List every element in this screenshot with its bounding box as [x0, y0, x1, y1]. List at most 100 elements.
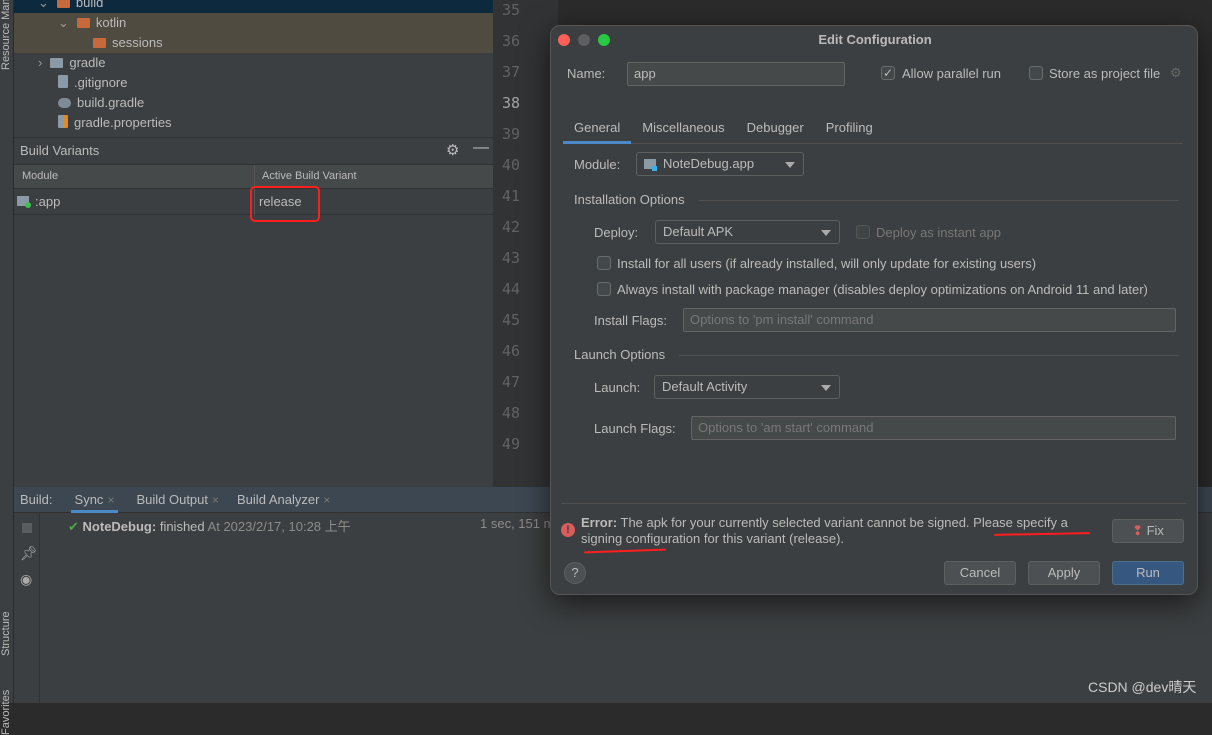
- build-label: Build:: [20, 491, 53, 507]
- check-icon: ✔: [68, 519, 79, 534]
- column-active-variant: Active Build Variant: [262, 170, 357, 182]
- error-icon: !: [561, 523, 575, 537]
- tree-item-kotlin[interactable]: ⌄ kotlin: [58, 13, 126, 33]
- line-number: 38: [501, 94, 520, 112]
- launch-label: Launch:: [594, 380, 641, 395]
- tab-build-analyzer[interactable]: Build Analyzer ×: [237, 487, 330, 513]
- left-tool-strip: Resource Manager Structure Favorites: [0, 0, 14, 735]
- install-all-users-label: Install for all users (if already instal…: [617, 256, 1037, 271]
- allow-parallel-checkbox[interactable]: ✓: [881, 66, 895, 80]
- ignore-file-icon: [58, 75, 68, 88]
- module-name: :app: [35, 194, 61, 209]
- tab-debugger[interactable]: Debugger: [736, 118, 815, 143]
- config-tabs: General Miscellaneous Debugger Profiling: [563, 118, 1183, 144]
- close-icon[interactable]: ×: [323, 493, 330, 507]
- installation-options-title: Installation Options: [574, 192, 685, 207]
- apply-button[interactable]: Apply: [1028, 561, 1100, 585]
- resource-manager-tab[interactable]: Resource Manager: [0, 0, 14, 70]
- folder-icon: [50, 58, 64, 68]
- install-flags-label: Install Flags:: [594, 313, 667, 328]
- launch-options-title: Launch Options: [574, 347, 666, 362]
- structure-tab[interactable]: Structure: [0, 590, 14, 656]
- instant-app-checkbox[interactable]: [856, 225, 870, 239]
- minimize-icon[interactable]: —: [473, 139, 489, 157]
- favorites-tab[interactable]: Favorites: [0, 675, 14, 735]
- line-number: 37: [501, 63, 520, 81]
- module-label: Module:: [574, 157, 621, 172]
- pin-icon[interactable]: 📌︎: [20, 545, 38, 562]
- close-icon[interactable]: ×: [212, 493, 219, 507]
- fix-button[interactable]: ❢ Fix: [1112, 519, 1184, 543]
- name-input[interactable]: app: [627, 62, 845, 86]
- line-number: 39: [501, 125, 520, 143]
- deploy-select[interactable]: Default APK: [655, 220, 840, 244]
- editor-gutter: 35 36 37 38 39 40 41 42 43 44 45 46 47 48 49: [493, 0, 558, 487]
- launch-flags-input[interactable]: Options to 'am start' command: [691, 416, 1176, 440]
- line-number: 45: [501, 311, 520, 329]
- chevron-down-icon: [785, 162, 795, 168]
- project-tree: ⌄ build ⌄ kotlin sessions › gradle .gitigno…: [14, 0, 493, 137]
- stop-icon[interactable]: [22, 523, 32, 533]
- line-number: 42: [501, 218, 520, 236]
- tree-item-build-gradle[interactable]: build.gradle: [58, 93, 144, 113]
- build-variants-panel: Build Variants ⚙ — Module Active Build V…: [14, 137, 493, 487]
- cancel-button[interactable]: Cancel: [944, 561, 1016, 585]
- tree-item-gradle-properties[interactable]: gradle.properties: [58, 113, 172, 133]
- module-icon: [17, 196, 31, 208]
- line-number: 36: [501, 32, 520, 50]
- tab-build-output[interactable]: Build Output ×: [136, 487, 219, 513]
- tab-sync[interactable]: Sync ×: [70, 487, 119, 513]
- name-label: Name:: [567, 66, 606, 81]
- store-project-label: Store as project file: [1049, 66, 1161, 81]
- error-message: Error: The apk for your currently select…: [581, 515, 1068, 546]
- instant-app-label: Deploy as instant app: [876, 225, 1002, 240]
- line-number: 43: [501, 249, 520, 267]
- launch-flags-label: Launch Flags:: [594, 421, 676, 436]
- line-number: 44: [501, 280, 520, 298]
- tab-miscellaneous[interactable]: Miscellaneous: [631, 118, 735, 143]
- always-install-checkbox[interactable]: [597, 282, 611, 296]
- watermark: CSDN @dev晴天: [1088, 679, 1197, 695]
- column-module: Module: [22, 170, 59, 182]
- chevron-down-icon: [821, 385, 831, 391]
- launch-select[interactable]: Default Activity: [654, 375, 840, 399]
- bulb-icon: ❢: [1132, 523, 1143, 538]
- annotation-box: [250, 186, 320, 222]
- edit-configuration-dialog: Edit Configuration Name: app ✓ Allow par…: [550, 25, 1198, 595]
- line-number: 48: [501, 404, 520, 422]
- deploy-label: Deploy:: [594, 225, 639, 240]
- folder-icon: [76, 18, 90, 28]
- tab-profiling[interactable]: Profiling: [815, 118, 884, 143]
- install-all-users-checkbox[interactable]: [597, 256, 611, 270]
- dialog-title: Edit Configuration: [818, 32, 932, 47]
- tree-item-gradle[interactable]: › gradle: [38, 53, 105, 73]
- annotation-underline: [583, 548, 667, 554]
- build-entry[interactable]: ✔ NoteDebug: finished At 2023/2/17, 10:2…: [68, 516, 351, 535]
- properties-file-icon: [58, 115, 68, 128]
- gradle-elephant-icon: [58, 98, 71, 108]
- allow-parallel-label: Allow parallel run: [902, 66, 1001, 81]
- tab-general[interactable]: General: [563, 118, 632, 144]
- line-number: 49: [501, 435, 520, 453]
- line-number: 47: [501, 373, 520, 391]
- folder-icon: [93, 38, 106, 48]
- eye-icon[interactable]: ◉: [20, 571, 32, 588]
- tree-item-sessions[interactable]: sessions: [93, 33, 163, 53]
- gear-icon[interactable]: ⚙: [1170, 65, 1182, 81]
- close-icon[interactable]: ×: [107, 493, 114, 507]
- run-button[interactable]: Run: [1112, 561, 1184, 585]
- tree-item-gitignore[interactable]: .gitignore: [58, 73, 127, 93]
- install-flags-input[interactable]: Options to 'pm install' command: [683, 308, 1176, 332]
- chevron-down-icon: [821, 230, 831, 236]
- line-number: 35: [501, 1, 520, 19]
- line-number: 46: [501, 342, 520, 360]
- gear-icon[interactable]: ⚙: [446, 141, 459, 159]
- line-number: 41: [501, 187, 520, 205]
- line-number: 40: [501, 156, 520, 174]
- module-select[interactable]: NoteDebug.app: [636, 152, 804, 176]
- tree-item-build[interactable]: ⌄ build: [38, 0, 103, 13]
- module-icon: [644, 159, 657, 171]
- panel-title: Build Variants: [20, 143, 100, 158]
- help-button[interactable]: ?: [564, 562, 586, 584]
- store-project-checkbox[interactable]: [1029, 66, 1043, 80]
